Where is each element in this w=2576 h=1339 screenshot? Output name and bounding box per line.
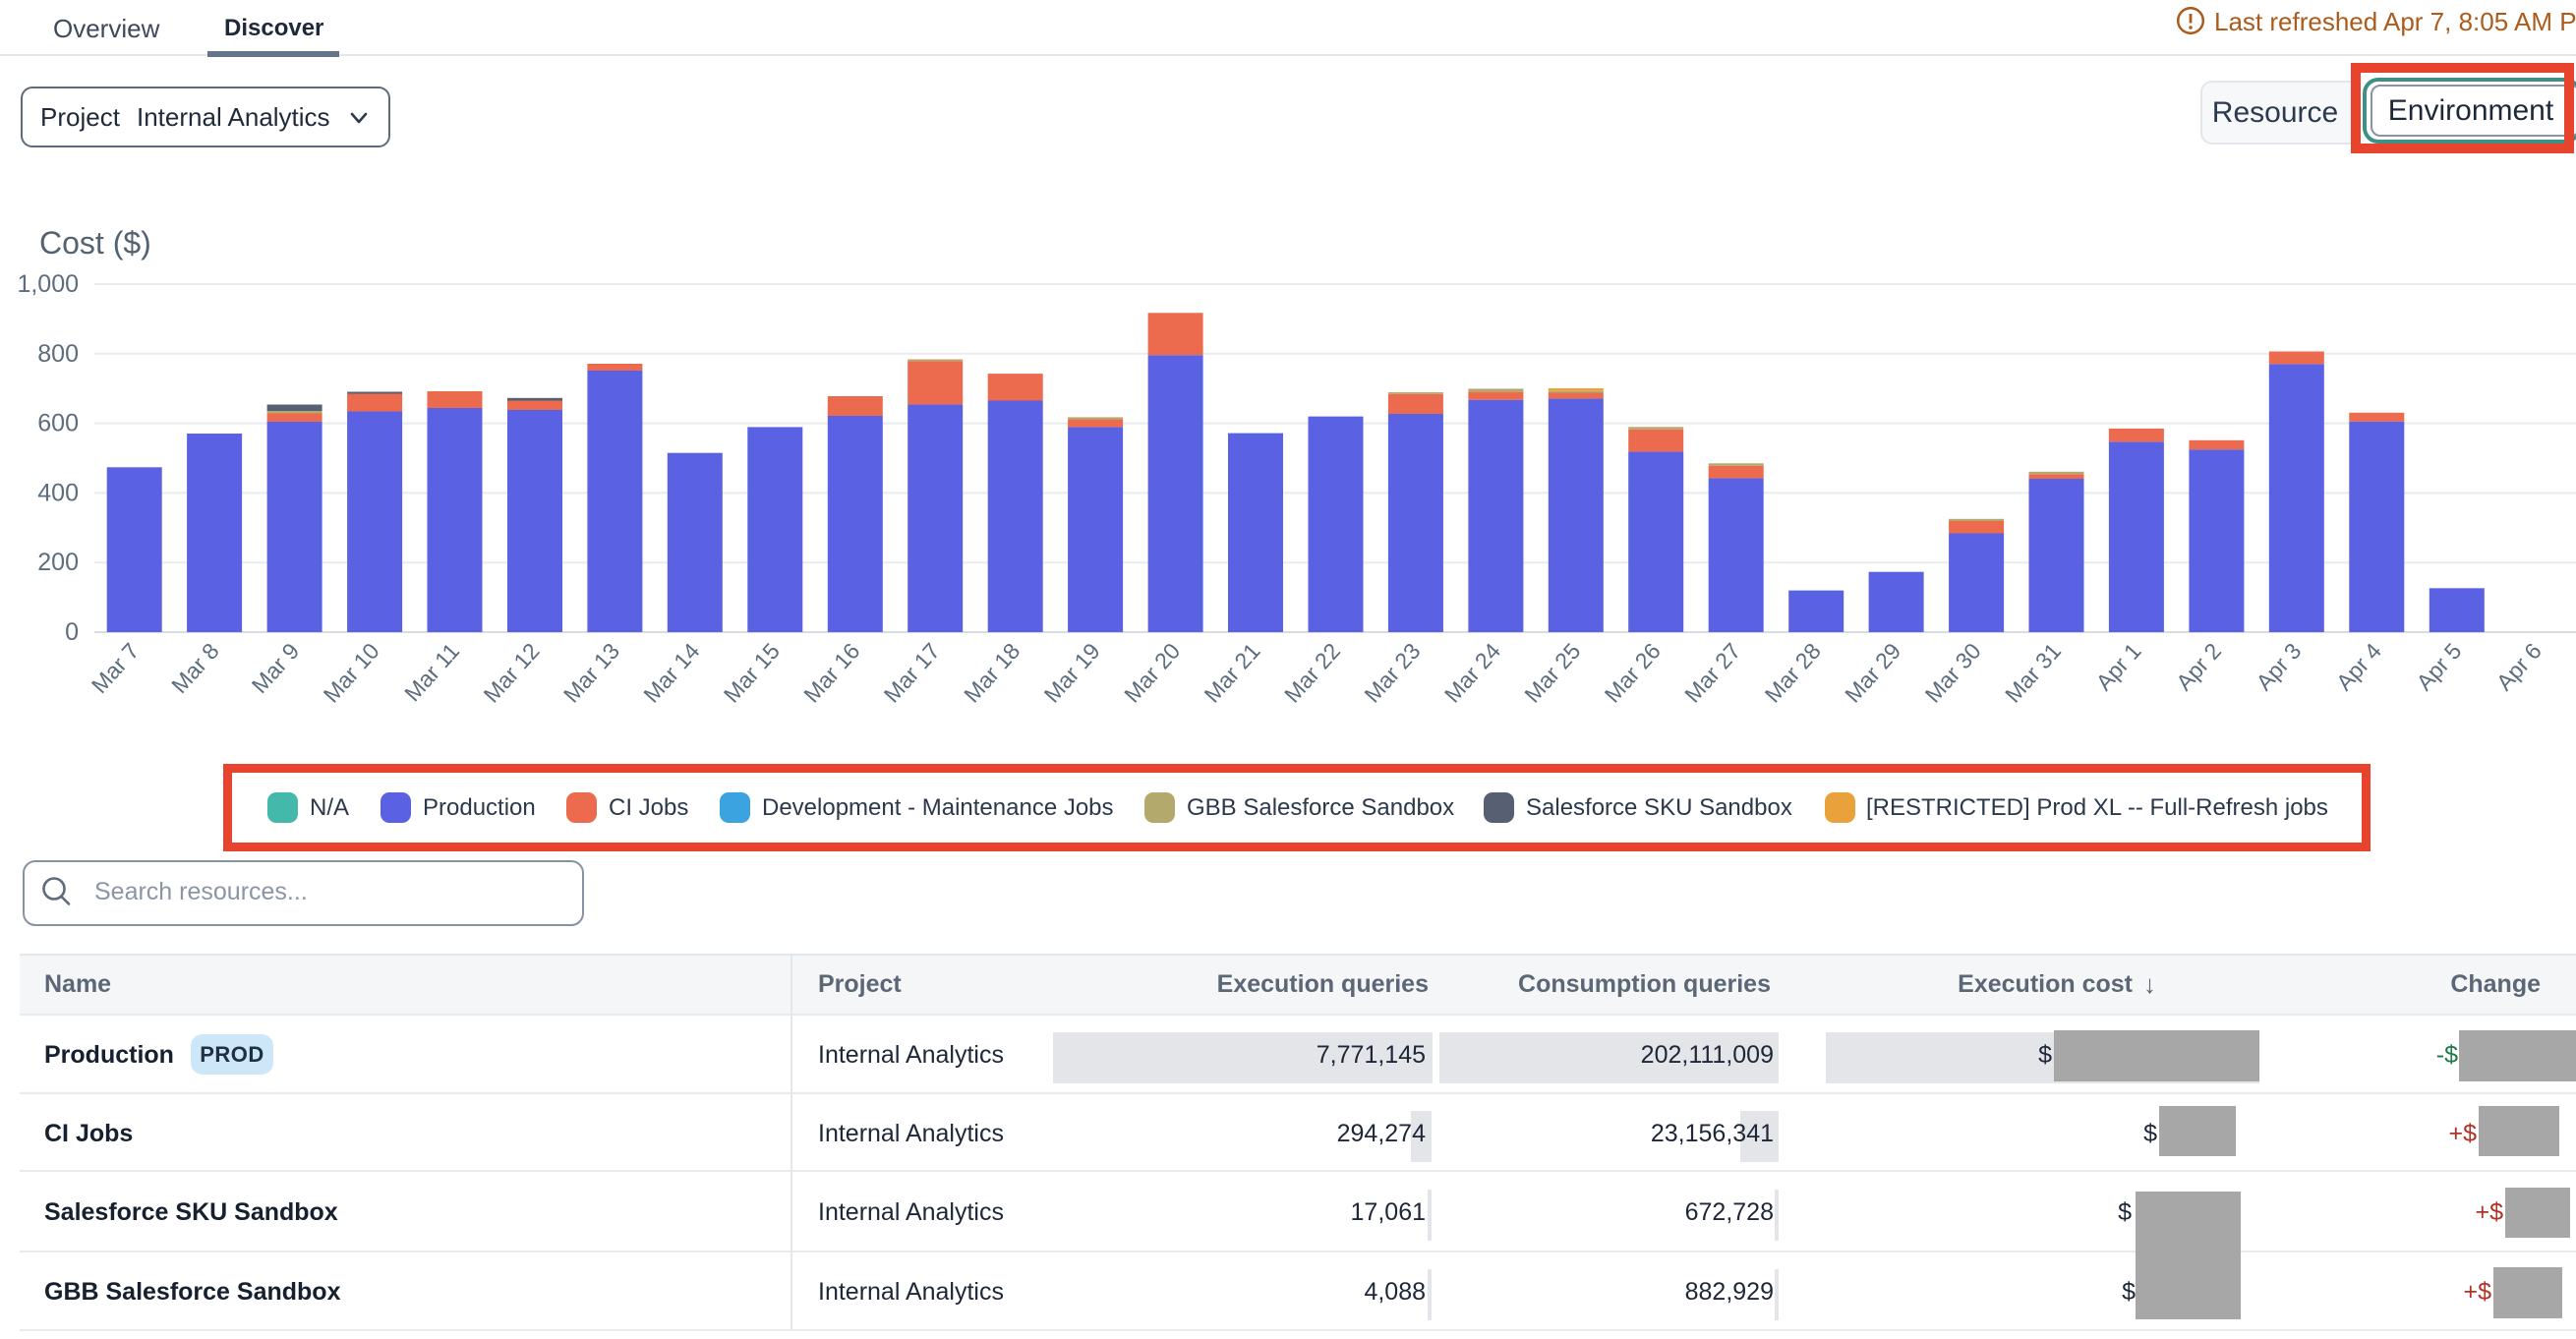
- svg-text:Apr 3: Apr 3: [2251, 638, 2306, 695]
- svg-text:Mar 16: Mar 16: [798, 638, 864, 708]
- svg-text:Mar 8: Mar 8: [166, 638, 224, 698]
- svg-text:Mar 21: Mar 21: [1199, 638, 1264, 708]
- svg-text:Mar 22: Mar 22: [1279, 638, 1345, 708]
- svg-text:Mar 26: Mar 26: [1600, 638, 1666, 708]
- svg-text:0: 0: [65, 618, 79, 646]
- svg-text:Mar 10: Mar 10: [319, 638, 384, 708]
- svg-text:Mar 20: Mar 20: [1119, 638, 1185, 708]
- svg-text:Mar 17: Mar 17: [879, 638, 945, 708]
- svg-text:Mar 24: Mar 24: [1439, 638, 1505, 708]
- svg-text:Apr 6: Apr 6: [2491, 638, 2547, 695]
- svg-text:Mar 12: Mar 12: [478, 638, 544, 708]
- svg-text:Cost ($): Cost ($): [39, 226, 151, 261]
- svg-text:800: 800: [37, 340, 79, 368]
- svg-text:Mar 19: Mar 19: [1039, 638, 1105, 708]
- svg-text:Mar 15: Mar 15: [719, 638, 785, 708]
- svg-text:Mar 14: Mar 14: [638, 638, 704, 708]
- svg-text:Apr 1: Apr 1: [2091, 638, 2146, 695]
- svg-text:Mar 9: Mar 9: [247, 638, 305, 698]
- svg-text:Mar 28: Mar 28: [1760, 638, 1826, 708]
- svg-text:1,000: 1,000: [17, 270, 79, 298]
- svg-text:Mar 7: Mar 7: [87, 638, 145, 698]
- svg-text:Mar 11: Mar 11: [399, 638, 464, 706]
- svg-text:Apr 5: Apr 5: [2411, 638, 2466, 695]
- svg-text:400: 400: [37, 479, 79, 506]
- svg-text:Mar 31: Mar 31: [2000, 638, 2066, 708]
- svg-text:Apr 4: Apr 4: [2331, 638, 2386, 695]
- svg-text:Mar 23: Mar 23: [1359, 638, 1425, 708]
- svg-text:Mar 18: Mar 18: [959, 638, 1025, 708]
- svg-text:Mar 27: Mar 27: [1679, 638, 1745, 708]
- svg-text:600: 600: [37, 410, 79, 437]
- svg-text:Apr 2: Apr 2: [2171, 638, 2226, 695]
- svg-text:Mar 25: Mar 25: [1519, 638, 1585, 708]
- svg-text:200: 200: [37, 549, 79, 576]
- svg-text:Mar 29: Mar 29: [1840, 638, 1905, 708]
- svg-text:Mar 13: Mar 13: [558, 638, 624, 708]
- svg-text:Mar 30: Mar 30: [1920, 638, 1986, 708]
